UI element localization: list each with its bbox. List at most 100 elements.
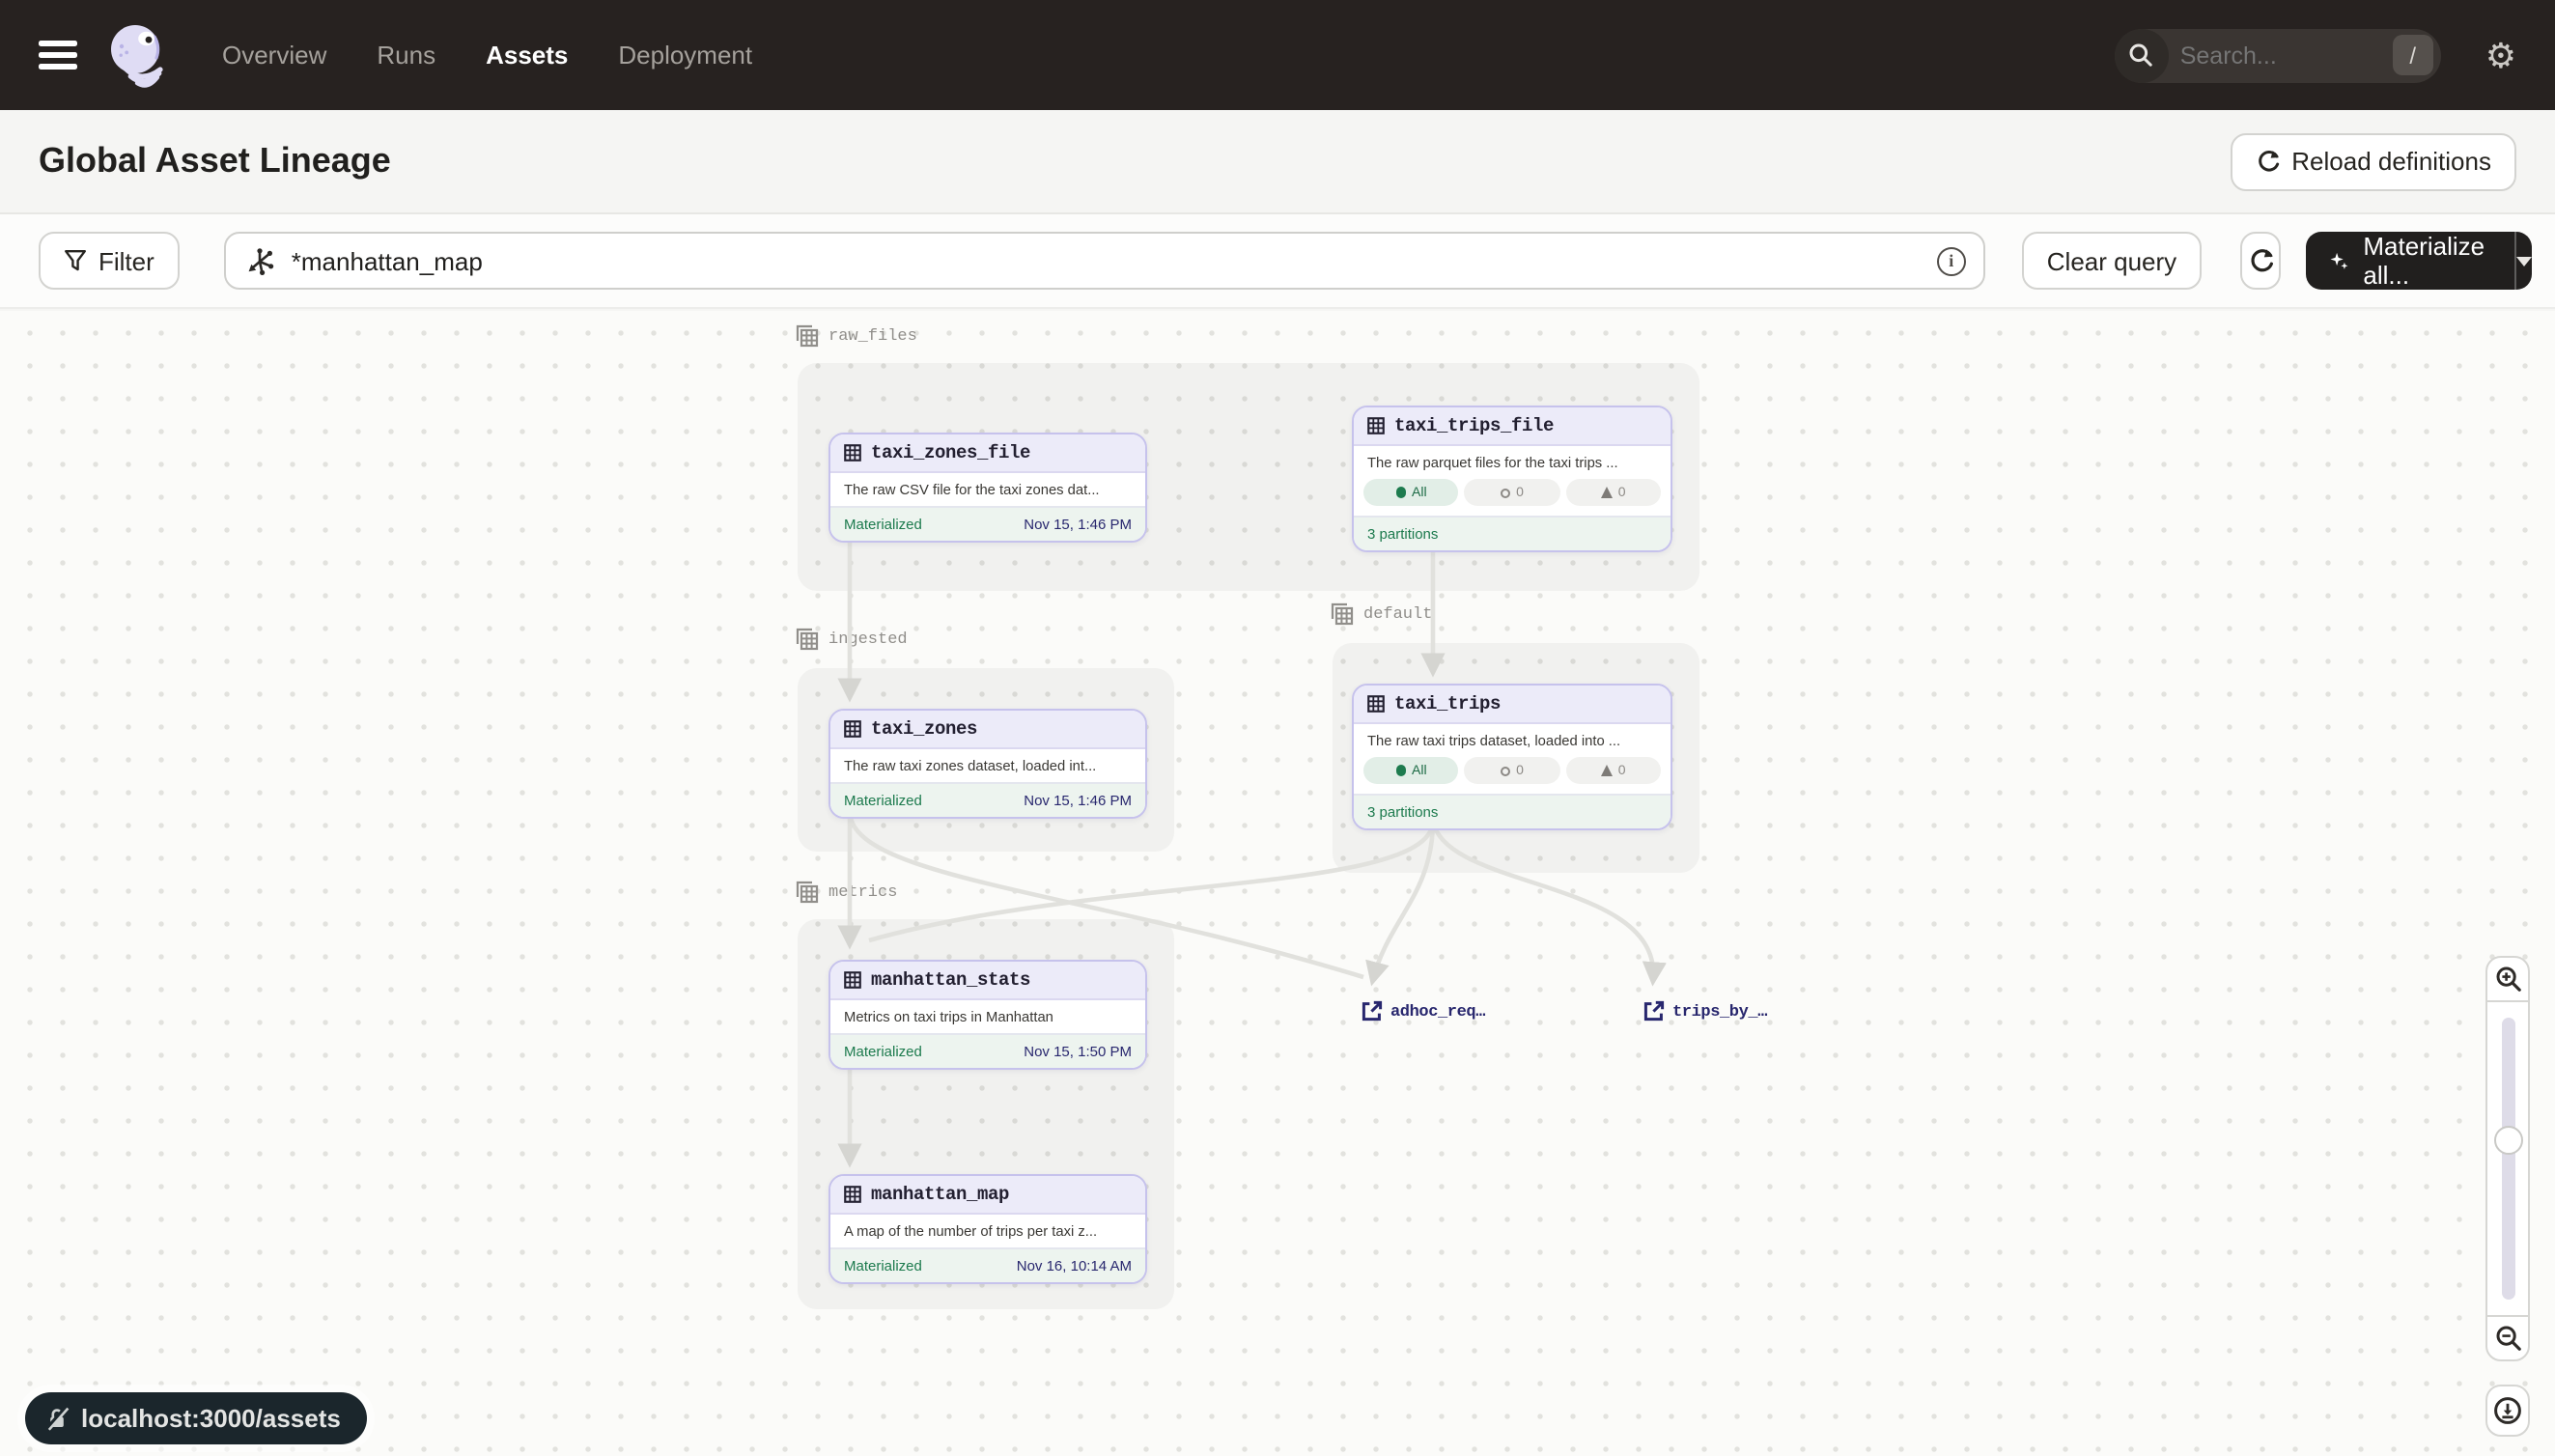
hollow-circle-icon xyxy=(1501,488,1510,497)
lineage-edges xyxy=(0,311,2555,1456)
external-link-icon xyxy=(1362,1000,1383,1022)
refresh-icon xyxy=(2247,247,2274,274)
selection-info-icon[interactable]: i xyxy=(1937,246,1966,275)
lineage-toolbar: Filter i Clear query xyxy=(0,214,2555,309)
sparkle-icon xyxy=(2330,247,2350,274)
asset-title: taxi_trips_file xyxy=(1394,415,1554,436)
partition-count: 3 partitions xyxy=(1354,794,1671,828)
lineage-canvas[interactable]: raw_files ingested default metrics xyxy=(0,311,2555,1456)
asset-selection-value[interactable] xyxy=(288,244,1923,277)
filter-funnel-icon xyxy=(64,249,87,272)
table-icon xyxy=(844,720,861,738)
partitions-materialized-pill[interactable]: All xyxy=(1363,757,1459,784)
top-navbar: Overview Runs Assets Deployment / ⚙ xyxy=(0,0,2555,110)
asset-title: taxi_zones xyxy=(871,718,977,740)
partition-count: 3 partitions xyxy=(1354,516,1671,550)
primary-nav: Overview Runs Assets Deployment xyxy=(222,41,752,70)
table-icon xyxy=(844,444,861,462)
insecure-lock-icon xyxy=(44,1406,70,1431)
filter-button[interactable]: Filter xyxy=(39,232,180,290)
edge-taxi-trips-to-adhoc xyxy=(1373,821,1433,979)
partitions-failed-pill[interactable]: 0 xyxy=(1565,757,1661,784)
asset-link-trips-by[interactable]: trips_by_… xyxy=(1643,1000,1767,1022)
search-shortcut-badge: / xyxy=(2393,35,2433,75)
asset-description: Metrics on taxi trips in Manhattan xyxy=(830,1000,1145,1033)
partitions-failed-pill[interactable]: 0 xyxy=(1565,479,1661,506)
download-image-button[interactable] xyxy=(2485,1385,2530,1437)
partitions-materialized-pill[interactable]: All xyxy=(1363,479,1459,506)
page-header: Global Asset Lineage Reload definitions xyxy=(0,110,2555,214)
asset-node-taxi-trips[interactable]: taxi_trips The raw taxi trips dataset, l… xyxy=(1352,684,1672,830)
asset-description: The raw parquet files for the taxi trips… xyxy=(1354,446,1671,479)
zoom-slider[interactable] xyxy=(2485,1002,2530,1317)
settings-gear-icon[interactable]: ⚙ xyxy=(2485,38,2516,72)
nav-assets[interactable]: Assets xyxy=(486,41,568,70)
asset-description: The raw taxi zones dataset, loaded int..… xyxy=(830,749,1145,782)
reload-definitions-button[interactable]: Reload definitions xyxy=(2230,132,2516,190)
download-icon xyxy=(2493,1396,2522,1425)
partitions-missing-pill[interactable]: 0 xyxy=(1465,479,1560,506)
refresh-graph-button[interactable] xyxy=(2240,232,2282,290)
zoom-in-icon xyxy=(2494,966,2521,993)
zoom-slider-thumb[interactable] xyxy=(2493,1126,2522,1155)
dagster-logo[interactable] xyxy=(106,20,176,90)
search-icon xyxy=(2115,28,2169,82)
asset-link-adhoc-request[interactable]: adhoc_req… xyxy=(1362,1000,1485,1022)
zoom-slider-track xyxy=(2501,1018,2514,1300)
status-badge: Materialized xyxy=(844,1043,922,1060)
asset-selection-input[interactable]: i xyxy=(224,232,1985,290)
edge-taxi-trips-to-trips-by xyxy=(1433,821,1653,979)
reload-icon xyxy=(2255,149,2280,174)
page-title: Global Asset Lineage xyxy=(39,141,391,182)
asset-node-manhattan-stats[interactable]: manhattan_stats Metrics on taxi trips in… xyxy=(828,960,1147,1070)
nav-deployment[interactable]: Deployment xyxy=(618,41,752,70)
nav-runs[interactable]: Runs xyxy=(377,41,435,70)
asset-node-taxi-zones-file[interactable]: taxi_zones_file The raw CSV file for the… xyxy=(828,433,1147,543)
materialization-timestamp: Nov 15, 1:50 PM xyxy=(1024,1043,1132,1060)
asset-title: manhattan_map xyxy=(871,1184,1009,1205)
table-icon xyxy=(844,971,861,989)
asset-node-manhattan-map[interactable]: manhattan_map A map of the number of tri… xyxy=(828,1174,1147,1284)
table-icon xyxy=(1367,417,1385,434)
zoom-controls xyxy=(2485,956,2530,1361)
asset-title: taxi_zones_file xyxy=(871,442,1030,463)
partition-health-row: All 0 0 xyxy=(1354,757,1671,794)
triangle-icon xyxy=(1601,487,1613,498)
chevron-down-icon xyxy=(2516,256,2532,266)
nav-overview[interactable]: Overview xyxy=(222,41,326,70)
hamburger-menu-icon[interactable] xyxy=(39,41,77,70)
global-search[interactable]: / xyxy=(2115,28,2441,82)
asset-description: A map of the number of trips per taxi z.… xyxy=(830,1215,1145,1247)
zoom-out-icon xyxy=(2494,1325,2521,1352)
clear-query-button[interactable]: Clear query xyxy=(2022,232,2202,290)
search-input[interactable] xyxy=(2169,42,2393,69)
asset-title: taxi_trips xyxy=(1394,693,1501,714)
status-badge: Materialized xyxy=(844,792,922,809)
materialization-timestamp: Nov 15, 1:46 PM xyxy=(1024,516,1132,533)
status-badge: Materialized xyxy=(844,1257,922,1274)
zoom-in-button[interactable] xyxy=(2485,956,2530,1002)
asset-node-taxi-zones[interactable]: taxi_zones The raw taxi zones dataset, l… xyxy=(828,709,1147,819)
dagster-app: Overview Runs Assets Deployment / ⚙ Glob… xyxy=(0,0,2555,1456)
asset-title: manhattan_stats xyxy=(871,969,1030,991)
browser-url-indicator: localhost:3000/assets xyxy=(25,1392,368,1444)
table-icon xyxy=(844,1186,861,1203)
partitions-missing-pill[interactable]: 0 xyxy=(1465,757,1560,784)
materialize-options-dropdown[interactable] xyxy=(2514,232,2532,290)
op-selector-icon xyxy=(245,246,274,275)
asset-node-taxi-trips-file[interactable]: taxi_trips_file The raw parquet files fo… xyxy=(1352,406,1672,552)
filled-circle-icon xyxy=(1395,766,1406,776)
triangle-icon xyxy=(1601,765,1613,776)
filled-circle-icon xyxy=(1395,488,1406,498)
edge-taxi-zones-to-adhoc xyxy=(850,811,1363,977)
zoom-out-button[interactable] xyxy=(2485,1315,2530,1361)
materialize-all-button[interactable]: Materialize all... xyxy=(2307,232,2515,290)
asset-description: The raw taxi trips dataset, loaded into … xyxy=(1354,724,1671,757)
hollow-circle-icon xyxy=(1501,766,1510,775)
url-text: localhost:3000/assets xyxy=(81,1404,341,1433)
partition-health-row: All 0 0 xyxy=(1354,479,1671,516)
materialize-all-split-button: Materialize all... xyxy=(2307,232,2532,290)
asset-description: The raw CSV file for the taxi zones dat.… xyxy=(830,473,1145,506)
external-link-icon xyxy=(1643,1000,1665,1022)
materialization-timestamp: Nov 16, 10:14 AM xyxy=(1017,1257,1132,1274)
